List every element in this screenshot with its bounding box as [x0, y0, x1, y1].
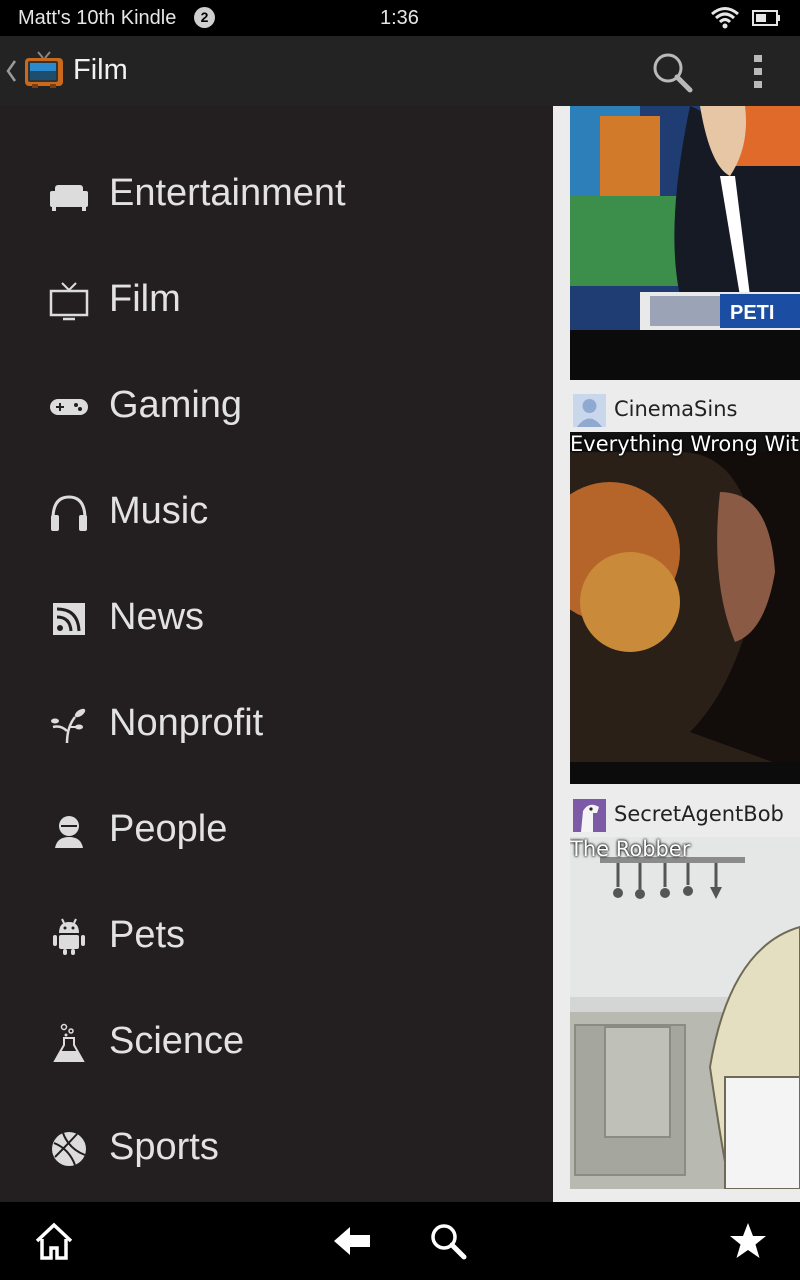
search-button[interactable] — [408, 1202, 488, 1280]
wifi-icon — [710, 6, 740, 36]
up-caret-icon[interactable] — [4, 58, 18, 89]
drawer-item-label: People — [109, 808, 228, 850]
drawer-item-label: Music — [109, 490, 209, 532]
action-bar: Film — [0, 36, 800, 107]
drawer-item-label: Science — [109, 1020, 245, 1062]
search-icon[interactable] — [650, 50, 694, 99]
drawer-item-label: News — [109, 596, 205, 638]
clock: 1:36 — [380, 7, 419, 29]
drawer-item-pets[interactable]: Pets — [0, 882, 553, 988]
sprout-icon — [49, 705, 89, 745]
couch-icon — [49, 175, 89, 215]
drawer-item-science[interactable]: Science — [0, 988, 553, 1094]
drawer-item-entertainment[interactable]: Entertainment — [0, 140, 553, 246]
bottom-navigation — [0, 1202, 800, 1280]
avatar — [573, 394, 606, 427]
basketball-icon — [49, 1129, 89, 1169]
drawer-item-gaming[interactable]: Gaming — [0, 352, 553, 458]
video-title: The Robber — [570, 837, 691, 861]
page-title: Film — [73, 54, 128, 86]
video-owner[interactable]: SecretAgentBob — [573, 799, 800, 833]
drawer-item-music[interactable]: Music — [0, 458, 553, 564]
drawer-item-label: Gaming — [109, 384, 243, 426]
back-button[interactable] — [312, 1202, 392, 1280]
drawer-item-label: Sports — [109, 1126, 219, 1168]
back-icon — [334, 1227, 370, 1255]
drawer-item-label: Entertainment — [109, 172, 346, 214]
video-thumbnail[interactable]: The Robber — [570, 837, 800, 1189]
owner-name: CinemaSins — [614, 397, 738, 421]
tv-icon — [49, 281, 89, 321]
person-icon — [49, 811, 89, 851]
device-name: Matt's 10th Kindle — [18, 7, 177, 29]
video-thumbnail[interactable]: Everything Wrong Wit — [570, 432, 800, 784]
svg-text:PETI: PETI — [730, 302, 774, 324]
drawer-item-label: Film — [109, 278, 181, 320]
notification-count-badge[interactable]: 2 — [194, 7, 215, 28]
avatar — [573, 799, 606, 832]
home-icon — [35, 1222, 73, 1260]
favorites-button[interactable] — [708, 1202, 788, 1280]
overflow-menu-icon[interactable] — [748, 52, 768, 97]
android-icon — [49, 917, 89, 957]
battery-icon — [752, 8, 782, 34]
rss-icon — [49, 599, 89, 639]
drawer-item-people[interactable]: People — [0, 776, 553, 882]
video-thumbnail[interactable]: PETI — [570, 106, 800, 380]
home-button[interactable] — [14, 1202, 94, 1280]
category-drawer: Entertainment Film Gaming Music News Non… — [0, 106, 553, 1202]
favorites-star-icon — [730, 1223, 766, 1258]
drawer-item-label: Pets — [109, 914, 186, 956]
video-owner[interactable]: CinemaSins — [573, 394, 800, 428]
drawer-item-nonprofit[interactable]: Nonprofit — [0, 670, 553, 776]
video-title: Everything Wrong Wit — [570, 432, 799, 456]
drawer-item-label: Nonprofit — [109, 702, 264, 744]
drawer-item-sports[interactable]: Sports — [0, 1094, 553, 1200]
tv-app-icon[interactable] — [24, 50, 64, 95]
video-feed: PETI CinemaSins Everything Wrong Wit Sec… — [553, 106, 800, 1202]
headphones-icon — [49, 493, 89, 533]
gamepad-icon — [49, 387, 89, 427]
status-bar: Matt's 10th Kindle 2 1:36 — [0, 0, 800, 36]
search-icon — [431, 1224, 467, 1260]
flask-icon — [49, 1023, 89, 1063]
drawer-item-film[interactable]: Film — [0, 246, 553, 352]
owner-name: SecretAgentBob — [614, 802, 784, 826]
drawer-item-news[interactable]: News — [0, 564, 553, 670]
